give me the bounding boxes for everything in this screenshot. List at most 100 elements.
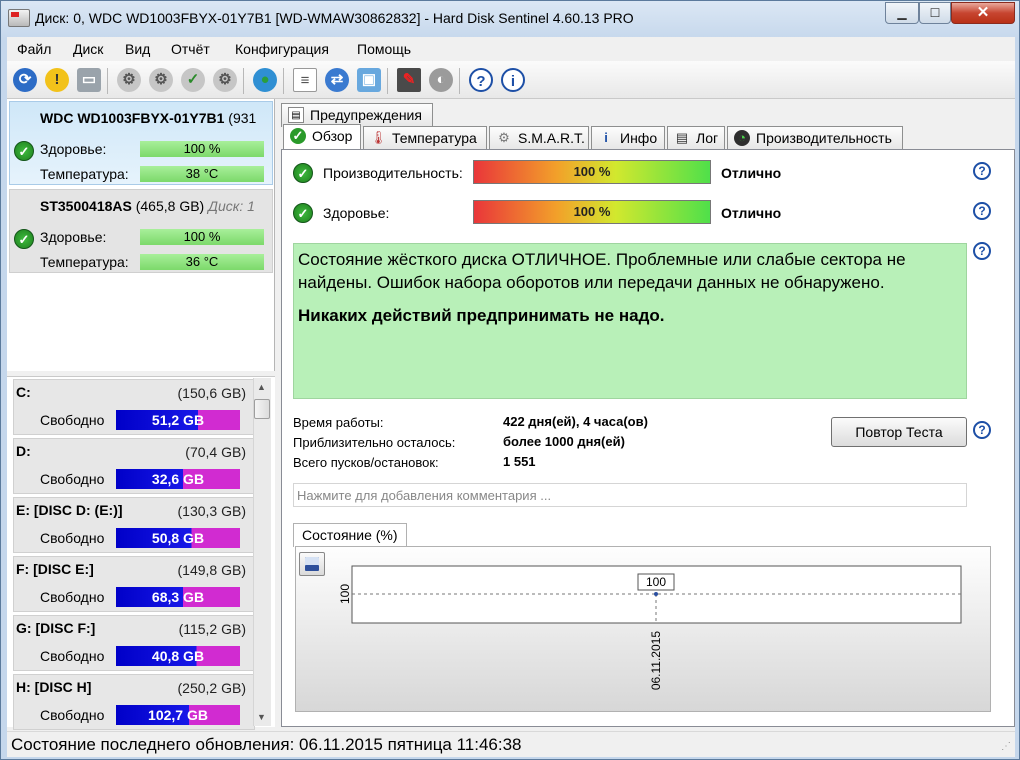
volume-name: C:	[16, 384, 31, 400]
help-icon[interactable]: ?	[973, 421, 991, 439]
tab-overview[interactable]: ✓ Обзор	[283, 124, 361, 150]
network-icon[interactable]: ▣	[357, 68, 381, 92]
health-value: 100 %	[140, 229, 264, 245]
performance-rating: Отлично	[721, 165, 782, 181]
data-label: 100	[646, 575, 666, 589]
temperature-label: Температура:	[40, 166, 129, 182]
tab-info[interactable]: i Инфо	[591, 126, 665, 150]
smart-icon: ⚙	[498, 130, 510, 145]
volume-size: (70,4 GB)	[185, 444, 246, 460]
free-space-bar: 51,2 GB	[116, 410, 240, 430]
free-label: Свободно	[40, 589, 105, 605]
action-text: Никаких действий предпринимать не надо.	[298, 306, 665, 325]
info-icon: i	[604, 130, 608, 145]
free-label: Свободно	[40, 412, 105, 428]
uptime-label: Время работы:	[293, 415, 384, 430]
volume-size: (250,2 GB)	[177, 680, 246, 696]
tabs-row: ✓ Обзор 🌡 Температура ⚙ S.M.A.R.T. i Инфо ▤ Л…	[281, 124, 1015, 150]
resize-grip-icon[interactable]: ⋰	[1001, 741, 1011, 752]
temperature-value: 38 °C	[140, 166, 264, 182]
disk-ok-icon[interactable]: ✓	[181, 68, 205, 92]
free-label: Свободно	[40, 648, 105, 664]
settings-icon[interactable]: ✎	[397, 68, 421, 92]
volume-size: (115,2 GB)	[178, 621, 246, 637]
free-label: Свободно	[40, 707, 105, 723]
remaining-value: более 1000 дня(ей)	[503, 434, 625, 449]
close-button[interactable]: ✕	[951, 2, 1015, 24]
scroll-down-icon[interactable]: ▼	[257, 712, 266, 722]
speaker-icon[interactable]: ◐	[429, 68, 453, 92]
disk-name: ST3500418AS (465,8 GB) Диск: 1	[40, 198, 255, 214]
help-icon[interactable]: ?	[973, 162, 991, 180]
volume-name: G: [DISC F:]	[16, 620, 96, 636]
performance-bar: 100 %	[473, 160, 711, 184]
uptime-value: 422 дня(ей), 4 часа(ов)	[503, 414, 648, 429]
free-space-bar: 68,3 GB	[116, 587, 240, 607]
alert-icon[interactable]: !	[45, 68, 69, 92]
menu-disk[interactable]: Диск	[73, 41, 103, 57]
status-text: Состояние жёсткого диска ОТЛИЧНОЕ. Пробл…	[298, 250, 906, 292]
y-tick-label: 100	[338, 584, 352, 604]
volume-item[interactable]: E: [DISC D: (E:)] (130,3 GB) Свободно 50…	[13, 497, 255, 553]
volume-name: D:	[16, 443, 31, 459]
starts-value: 1 551	[503, 454, 536, 469]
volume-size: (150,6 GB)	[177, 385, 246, 401]
disk-scan-icon[interactable]: ⚙	[213, 68, 237, 92]
globe-icon[interactable]: ●	[253, 68, 277, 92]
comment-field[interactable]: Нажмите для добавления комментария ...	[293, 483, 967, 507]
health-ok-icon: ✓	[14, 229, 34, 249]
disk-name: WDC WD1003FBYX-01Y7B1 (931	[40, 110, 257, 126]
window-title: Диск: 0, WDC WD1003FBYX-01Y7B1 [WD-WMAW3…	[35, 10, 634, 26]
status-bar: Состояние последнего обновления: 06.11.2…	[7, 731, 1015, 757]
free-space-bar: 102,7 GB	[116, 705, 240, 725]
volume-name: H: [DISC H]	[16, 679, 92, 695]
chart-data-point	[654, 592, 658, 596]
menu-view[interactable]: Вид	[125, 41, 150, 57]
x-tick-label: 06.11.2015	[649, 631, 663, 690]
health-rating: Отлично	[721, 205, 782, 221]
title-bar: Диск: 0, WDC WD1003FBYX-01Y7B1 [WD-WMAW3…	[1, 1, 1019, 35]
tab-performance[interactable]: ◔ Производительность	[727, 126, 903, 150]
help-icon[interactable]: ?	[973, 242, 991, 260]
free-space-bar: 40,8 GB	[116, 646, 240, 666]
menu-report[interactable]: Отчёт	[171, 41, 210, 57]
info-icon[interactable]: i	[501, 68, 525, 92]
volume-item[interactable]: G: [DISC F:] (115,2 GB) Свободно 40,8 GB	[13, 615, 255, 671]
tab-smart[interactable]: ⚙ S.M.A.R.T.	[489, 126, 589, 150]
free-label: Свободно	[40, 471, 105, 487]
volume-item[interactable]: H: [DISC H] (250,2 GB) Свободно 102,7 GB	[13, 674, 255, 730]
health-ok-icon: ✓	[293, 203, 313, 223]
minimize-button[interactable]: ▁	[885, 2, 919, 24]
health-bar: 100 %	[473, 200, 711, 224]
disk-icon[interactable]: ▭	[77, 68, 101, 92]
app-icon	[8, 9, 30, 27]
volume-scrollbar[interactable]: ▲ ▼	[253, 378, 271, 726]
menu-file[interactable]: Файл	[17, 41, 51, 57]
health-label: Здоровье:	[40, 229, 107, 245]
help-icon[interactable]: ?	[973, 202, 991, 220]
menu-help[interactable]: Помощь	[357, 41, 411, 57]
refresh-icon[interactable]: ⟳	[13, 68, 37, 92]
retest-button[interactable]: Повтор Теста	[831, 417, 967, 447]
volume-item[interactable]: F: [DISC E:] (149,8 GB) Свободно 68,3 GB	[13, 556, 255, 612]
starts-label: Всего пусков/остановок:	[293, 455, 439, 470]
tab-temperature[interactable]: 🌡 Температура	[363, 126, 487, 150]
disk-item[interactable]: WDC WD1003FBYX-01Y7B1 (931 ✓ Здоровье: 1…	[9, 101, 273, 185]
disk-test-icon[interactable]: ⚙	[117, 68, 141, 92]
sync-icon[interactable]: ⇄	[325, 68, 349, 92]
help-icon[interactable]: ?	[469, 68, 493, 92]
free-space-bar: 32,6 GB	[116, 469, 240, 489]
disk-item[interactable]: ST3500418AS (465,8 GB) Диск: 1 ✓ Здоровь…	[9, 189, 273, 273]
tab-log[interactable]: ▤ Лог	[667, 126, 725, 150]
chart-tab-status[interactable]: Состояние (%)	[293, 523, 407, 547]
performance-ok-icon: ✓	[293, 163, 313, 183]
disk-check-icon[interactable]: ⚙	[149, 68, 173, 92]
maximize-button[interactable]: ☐	[919, 2, 951, 24]
scroll-thumb[interactable]	[254, 399, 270, 419]
menu-configuration[interactable]: Конфигурация	[235, 41, 329, 57]
volume-item[interactable]: C: (150,6 GB) Свободно 51,2 GB	[13, 379, 255, 435]
volume-item[interactable]: D: (70,4 GB) Свободно 32,6 GB	[13, 438, 255, 494]
free-label: Свободно	[40, 530, 105, 546]
report-icon[interactable]: ≡	[293, 68, 317, 92]
scroll-up-icon[interactable]: ▲	[257, 382, 266, 392]
